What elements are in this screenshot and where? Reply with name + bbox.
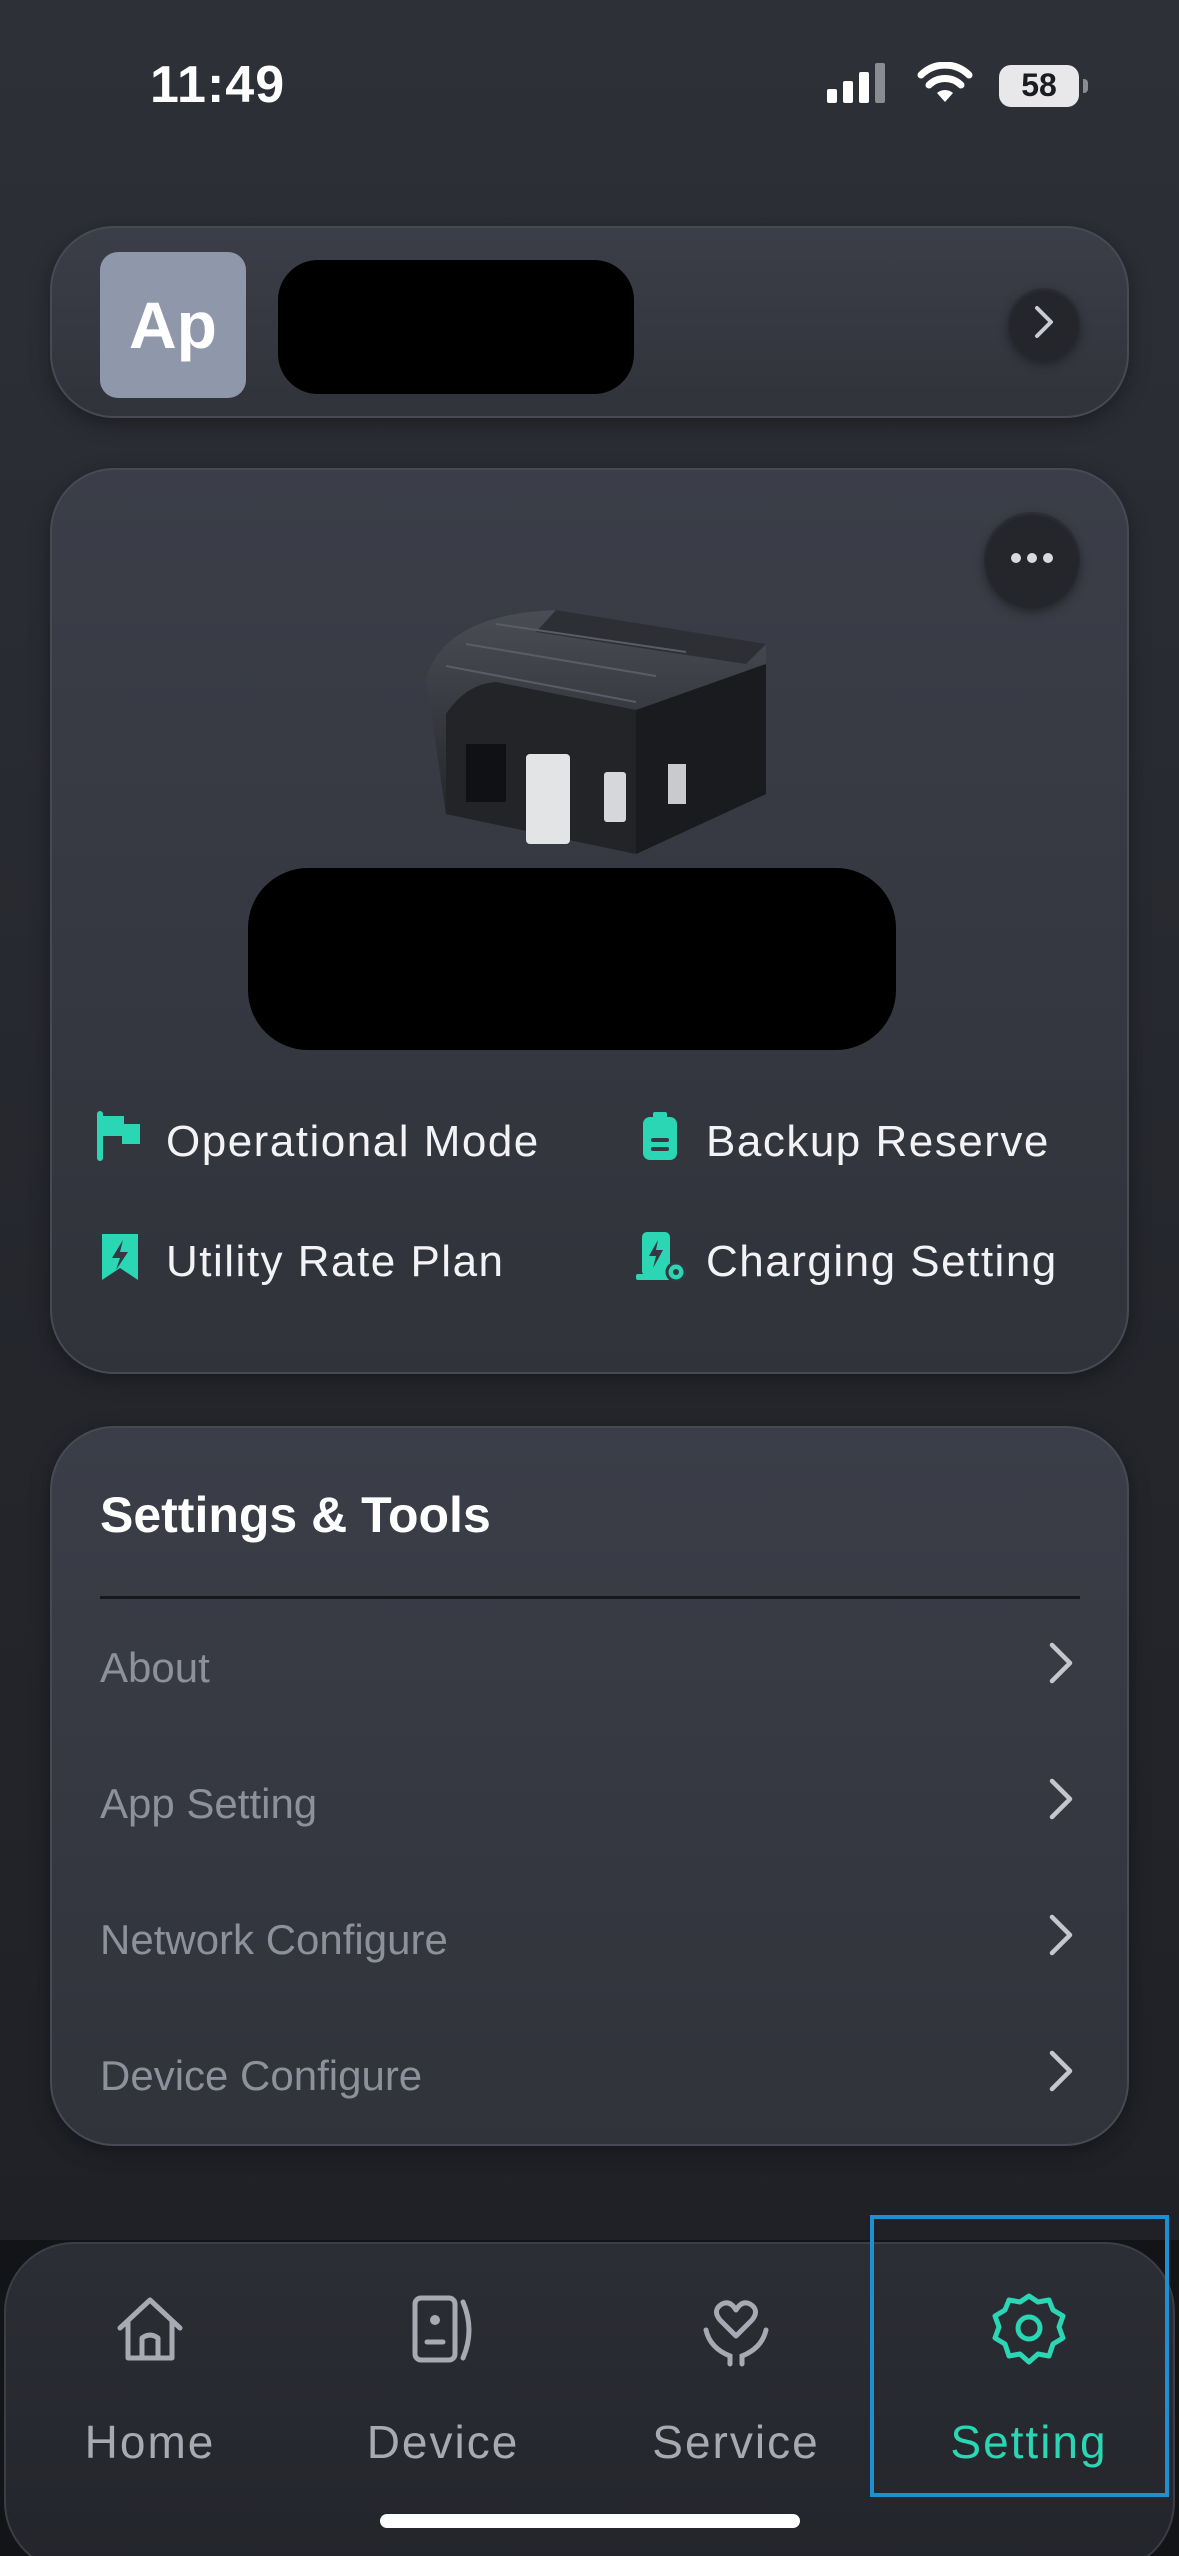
chevron-right-icon [1031,304,1057,345]
nav-service[interactable]: Service [606,2290,866,2490]
menu-item-label: Device Configure [100,2052,423,2099]
flag-icon [94,1110,146,1173]
utility-rate-plan-label: Utility Rate Plan [166,1236,505,1286]
chevron-right-icon [1040,1911,1080,1969]
selected-tab-highlight [870,2215,1169,2497]
settings-divider [100,1596,1080,1599]
home-icon [110,2290,190,2415]
battery-level: 58 [1021,67,1057,103]
settings-screen: 11:49 58 Ap Operational Mode Backup Rese… [0,0,1179,2556]
device-image [406,604,786,858]
cellular-signal-icon [827,63,891,108]
charging-setting-label: Charging Setting [706,1236,1058,1286]
settings-tools-title: Settings & Tools [100,1487,491,1543]
redacted-device-name [248,868,896,1050]
redacted-account-name [278,260,634,394]
settings-tools-card: Settings & Tools About App Setting Netwo… [50,1426,1129,2146]
battery-icon: 58 [999,64,1088,107]
menu-item-app-setting[interactable]: App Setting [100,1754,1080,1854]
chevron-right-icon [1040,2047,1080,2105]
avatar: Ap [100,252,246,398]
bolt-bookmark-icon [94,1230,146,1293]
nav-device[interactable]: Device [313,2290,573,2490]
nav-device-label: Device [366,2416,520,2468]
account-chevron-button[interactable] [1008,288,1080,360]
nav-service-label: Service [652,2416,820,2468]
utility-rate-plan-shortcut[interactable]: Utility Rate Plan [94,1230,505,1293]
operational-mode-label: Operational Mode [166,1116,540,1166]
device-icon [403,2290,483,2415]
nav-home-label: Home [84,2416,216,2468]
nav-home[interactable]: Home [20,2290,280,2490]
charging-setting-shortcut[interactable]: Charging Setting [634,1230,1058,1293]
status-time: 11:49 [150,56,286,114]
menu-item-network-configure[interactable]: Network Configure [100,1890,1080,1990]
menu-item-device-configure[interactable]: Device Configure [100,2026,1080,2126]
chevron-right-icon [1040,1775,1080,1833]
account-card[interactable]: Ap [50,226,1129,418]
status-icons: 58 [827,61,1088,109]
wifi-icon [917,61,973,109]
menu-item-label: App Setting [100,1780,318,1827]
operational-mode-shortcut[interactable]: Operational Mode [94,1110,540,1173]
backup-reserve-shortcut[interactable]: Backup Reserve [634,1110,1050,1173]
menu-item-label: About [100,1644,210,1691]
menu-item-label: Network Configure [100,1916,448,1963]
more-dots-icon [1010,551,1054,569]
device-card: Operational Mode Backup Reserve Utility … [50,468,1129,1374]
backup-reserve-label: Backup Reserve [706,1116,1050,1166]
menu-item-about[interactable]: About [100,1618,1080,1718]
status-bar: 11:49 58 [0,0,1179,160]
service-heart-hand-icon [696,2290,776,2415]
chevron-right-icon [1040,1639,1080,1697]
charger-gear-icon [634,1230,687,1293]
more-options-button[interactable] [984,512,1080,608]
battery-reserve-icon [634,1110,686,1173]
home-indicator[interactable] [380,2514,800,2528]
